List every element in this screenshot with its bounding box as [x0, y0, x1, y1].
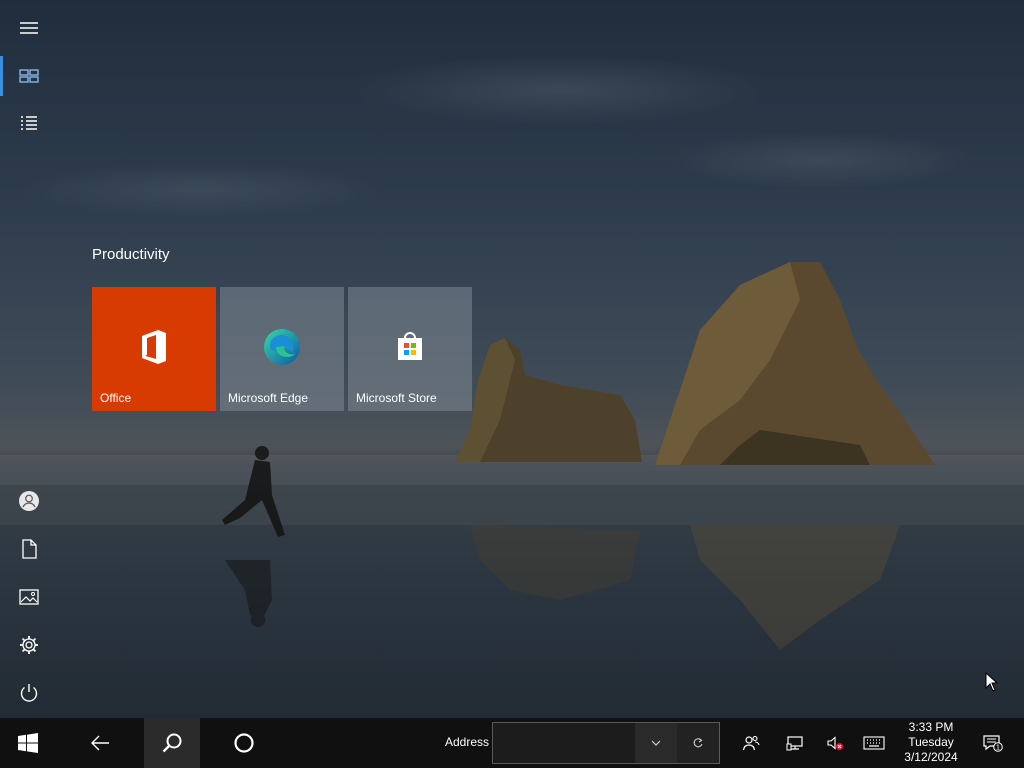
pinned-tiles-button[interactable] [0, 52, 58, 100]
power-icon [20, 684, 38, 702]
tile-label: Office [100, 391, 132, 405]
search-icon [162, 733, 182, 753]
edge-icon [264, 329, 300, 365]
network-icon [786, 736, 803, 751]
settings-button[interactable] [0, 621, 58, 669]
documents-button[interactable] [0, 525, 58, 573]
clock-date: 3/12/2024 [904, 750, 958, 764]
user-avatar-icon [19, 491, 39, 511]
tile-label: Microsoft Store [356, 391, 437, 405]
chevron-down-icon [651, 740, 661, 746]
volume-button[interactable] [816, 718, 854, 768]
tile-microsoft-edge[interactable]: Microsoft Edge [220, 287, 344, 411]
back-button[interactable] [72, 718, 128, 768]
start-rail [0, 0, 58, 718]
tile-group-title[interactable]: Productivity [92, 246, 170, 263]
cortana-circle-icon [234, 733, 254, 753]
network-button[interactable] [776, 718, 814, 768]
tile-microsoft-store[interactable]: Microsoft Store [348, 287, 472, 411]
tile-office[interactable]: Office [92, 287, 216, 411]
clock-day: Tuesday [908, 735, 954, 749]
address-dropdown-button[interactable] [635, 723, 677, 763]
address-toolbar [492, 722, 720, 764]
action-center-icon: 1 [983, 735, 1003, 752]
touch-keyboard-icon [863, 736, 885, 750]
clock-time: 3:33 PM [908, 720, 954, 734]
action-center-button[interactable]: 1 [976, 718, 1010, 768]
volume-muted-icon [827, 736, 843, 750]
documents-icon [22, 539, 37, 559]
people-button[interactable] [732, 718, 770, 768]
address-refresh-button[interactable] [677, 723, 719, 763]
cortana-button[interactable] [216, 718, 272, 768]
user-account-button[interactable] [0, 477, 58, 525]
all-apps-list-icon [21, 116, 37, 130]
back-arrow-icon [91, 735, 109, 751]
taskbar-clock[interactable]: 3:33 PM Tuesday 3/12/2024 [896, 720, 966, 765]
store-icon [398, 332, 422, 360]
people-icon [742, 735, 760, 751]
gear-icon [20, 636, 38, 654]
pictures-icon [19, 589, 39, 605]
office-icon [142, 330, 166, 364]
all-apps-button[interactable] [0, 100, 58, 148]
address-toolbar-label: Address [445, 735, 490, 749]
expand-menu-button[interactable] [0, 4, 58, 52]
refresh-icon [693, 738, 703, 748]
pictures-button[interactable] [0, 573, 58, 621]
notification-count: 1 [996, 745, 1000, 752]
power-button[interactable] [0, 669, 58, 717]
address-input[interactable] [493, 723, 635, 763]
mouse-cursor-icon [985, 672, 999, 692]
tile-label: Microsoft Edge [228, 391, 309, 405]
touch-keyboard-button[interactable] [855, 718, 893, 768]
pinned-tiles-icon [19, 69, 39, 83]
windows-logo-icon [18, 733, 38, 753]
start-button[interactable] [0, 718, 56, 768]
search-button[interactable] [144, 718, 200, 768]
hamburger-icon [20, 22, 38, 34]
